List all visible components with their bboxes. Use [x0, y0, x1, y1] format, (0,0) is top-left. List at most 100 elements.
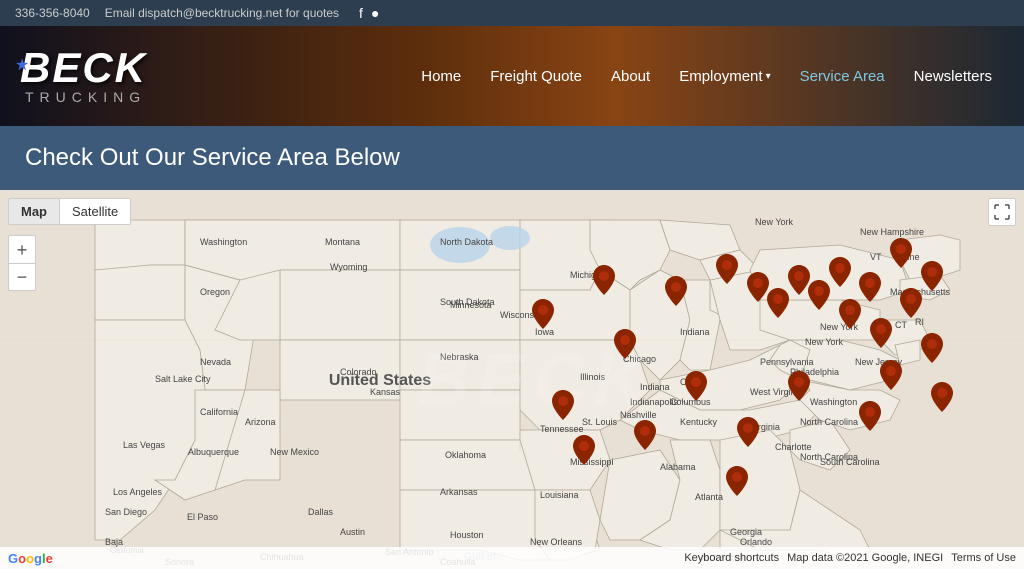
svg-text:Houston: Houston: [450, 530, 484, 540]
map-pin[interactable]: [921, 333, 943, 368]
svg-text:New Hampshire: New Hampshire: [860, 227, 924, 237]
svg-text:United States: United States: [329, 372, 431, 389]
facebook-icon[interactable]: f: [359, 5, 363, 21]
map-data-copyright: Map data ©2021 Google, INEGI: [787, 552, 943, 564]
svg-text:Kentucky: Kentucky: [680, 417, 718, 427]
phone-number[interactable]: 336-356-8040: [15, 6, 90, 20]
map-pin[interactable]: [859, 272, 881, 307]
social-icons: f ●: [359, 5, 379, 21]
map-pin[interactable]: [890, 238, 912, 273]
instagram-icon[interactable]: ●: [371, 5, 379, 21]
map-pin[interactable]: [829, 257, 851, 292]
map-type-satellite-btn[interactable]: Satellite: [60, 199, 130, 224]
map-pin[interactable]: [665, 276, 687, 311]
map-container[interactable]: Gulf of Salt Lake City Las Vegas Los Ang…: [0, 190, 1024, 569]
svg-text:Orlando: Orlando: [740, 537, 772, 547]
svg-text:Pennsylvania: Pennsylvania: [760, 357, 814, 367]
map-pin[interactable]: [593, 265, 615, 300]
map-pin[interactable]: [788, 265, 810, 300]
email-text: Email dispatch@becktrucking.net for quot…: [105, 6, 339, 20]
svg-text:North Carolina: North Carolina: [800, 417, 858, 427]
svg-text:Washington: Washington: [810, 397, 857, 407]
svg-text:VT: VT: [870, 252, 882, 262]
map-pin[interactable]: [573, 435, 595, 470]
map-pin[interactable]: [614, 329, 636, 364]
map-pin[interactable]: [921, 261, 943, 296]
map-type-map-btn[interactable]: Map: [9, 199, 59, 224]
svg-text:California: California: [200, 407, 238, 417]
map-pin[interactable]: [552, 390, 574, 425]
map-pin[interactable]: [767, 288, 789, 323]
svg-text:Indiana: Indiana: [640, 382, 670, 392]
svg-text:Indiana: Indiana: [680, 327, 710, 337]
header: ★ BECK TRUCKING Home Freight Quote About…: [0, 26, 1024, 126]
svg-text:Illinois: Illinois: [580, 372, 606, 382]
svg-text:New Mexico: New Mexico: [270, 447, 319, 457]
map-pin[interactable]: [880, 360, 902, 395]
zoom-controls: + −: [8, 235, 36, 291]
page-title: Check Out Our Service Area Below: [25, 144, 400, 171]
svg-text:New York: New York: [805, 337, 844, 347]
svg-text:Minnesota: Minnesota: [450, 300, 492, 310]
map-pin[interactable]: [685, 371, 707, 406]
svg-text:North Carolina: North Carolina: [800, 452, 858, 462]
fullscreen-btn[interactable]: [988, 198, 1016, 226]
map-pin[interactable]: [900, 288, 922, 323]
logo[interactable]: ★ BECK TRUCKING: [20, 47, 147, 105]
svg-text:New York: New York: [755, 217, 794, 227]
zoom-out-btn[interactable]: −: [8, 263, 36, 291]
svg-text:Nashville: Nashville: [620, 410, 657, 420]
svg-text:Salt Lake City: Salt Lake City: [155, 374, 211, 384]
email-link[interactable]: dispatch@becktrucking.net: [138, 6, 282, 20]
map-footer-right: Keyboard shortcuts Map data ©2021 Google…: [684, 552, 1016, 564]
google-logo: Google: [8, 551, 53, 566]
map-pin[interactable]: [839, 299, 861, 334]
map-pin[interactable]: [532, 299, 554, 334]
svg-text:Nebraska: Nebraska: [440, 352, 479, 362]
main-nav: Home Freight Quote About Employment ▾ Se…: [409, 60, 1004, 93]
map-pin[interactable]: [870, 318, 892, 353]
logo-star: ★: [15, 55, 29, 75]
nav-home[interactable]: Home: [409, 60, 473, 93]
logo-sub: TRUCKING: [25, 89, 146, 105]
svg-text:Arkansas: Arkansas: [440, 487, 478, 497]
svg-text:Albuquerque: Albuquerque: [188, 447, 239, 457]
map-pin[interactable]: [788, 371, 810, 406]
svg-text:Austin: Austin: [340, 527, 365, 537]
logo-main: BECK: [20, 47, 147, 89]
svg-text:St. Louis: St. Louis: [582, 417, 618, 427]
fullscreen-icon: [994, 204, 1010, 220]
svg-text:Washington: Washington: [200, 237, 247, 247]
zoom-in-btn[interactable]: +: [8, 235, 36, 263]
map-pin[interactable]: [716, 254, 738, 289]
map-pin[interactable]: [747, 272, 769, 307]
svg-text:New Orleans: New Orleans: [530, 537, 583, 547]
svg-text:Atlanta: Atlanta: [695, 492, 723, 502]
keyboard-shortcuts-link[interactable]: Keyboard shortcuts: [684, 552, 779, 564]
map-pin[interactable]: [808, 280, 830, 315]
svg-text:Oregon: Oregon: [200, 287, 230, 297]
map-pin[interactable]: [859, 401, 881, 436]
nav-about[interactable]: About: [599, 60, 662, 93]
svg-text:Montana: Montana: [325, 237, 360, 247]
svg-text:Tennessee: Tennessee: [540, 424, 584, 434]
nav-newsletters[interactable]: Newsletters: [902, 60, 1004, 93]
map-pin[interactable]: [634, 420, 656, 455]
svg-text:Oklahoma: Oklahoma: [445, 450, 486, 460]
top-bar: 336-356-8040 Email dispatch@becktrucking…: [0, 0, 1024, 26]
map-pin[interactable]: [737, 417, 759, 452]
svg-text:North Dakota: North Dakota: [440, 237, 493, 247]
map-type-controls: Map Satellite: [8, 198, 131, 225]
svg-text:Louisiana: Louisiana: [540, 490, 579, 500]
nav-employment[interactable]: Employment ▾: [667, 60, 782, 93]
svg-text:Los Angeles: Los Angeles: [113, 487, 163, 497]
map-pin[interactable]: [726, 466, 748, 501]
svg-text:San Diego: San Diego: [105, 507, 147, 517]
terms-link[interactable]: Terms of Use: [951, 552, 1016, 564]
nav-service-area[interactable]: Service Area: [788, 60, 897, 93]
svg-text:Wyoming: Wyoming: [330, 262, 367, 272]
map-svg: Gulf of Salt Lake City Las Vegas Los Ang…: [0, 190, 1024, 569]
map-footer: Google Keyboard shortcuts Map data ©2021…: [0, 547, 1024, 569]
map-pin[interactable]: [931, 382, 953, 417]
nav-freight-quote[interactable]: Freight Quote: [478, 60, 594, 93]
